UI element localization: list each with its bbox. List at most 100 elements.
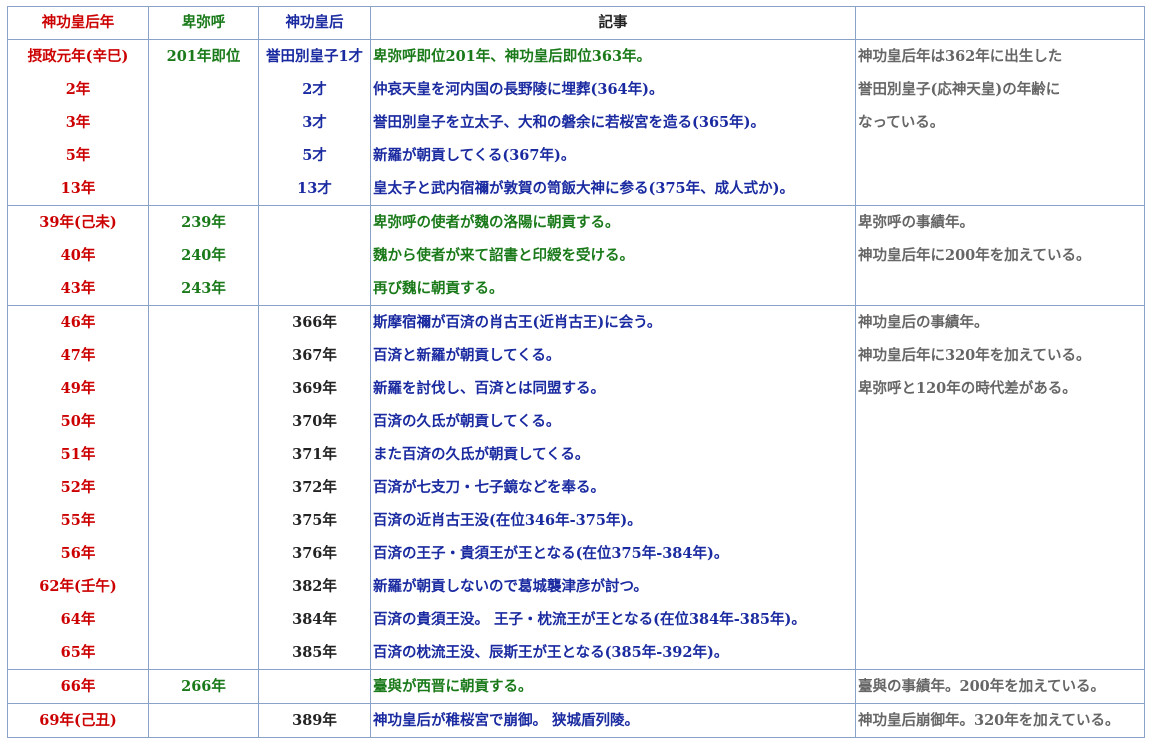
- header-row: 神功皇后年 卑弥呼 神功皇后 記事: [7, 6, 1145, 40]
- cell-jingu-age-year: [258, 239, 371, 272]
- cell-note: 神功皇后年に200年を加えている。: [855, 239, 1145, 272]
- cell-jingu-year: 56年: [7, 537, 149, 570]
- cell-himiko-year: [148, 172, 259, 206]
- cell-note: 卑弥呼の事績年。: [855, 205, 1145, 239]
- table-row: 50年 370年 百済の久氐が朝貢してくる。: [7, 405, 1145, 438]
- cell-article: 臺與が西晋に朝貢する。: [370, 669, 856, 704]
- cell-jingu-age-year: 2才: [258, 73, 371, 106]
- cell-himiko-year: [148, 570, 259, 603]
- table-row: 13年 13才 皇太子と武内宿禰が敦賀の笥飯大神に参る(375年、成人式か)。: [7, 172, 1145, 206]
- cell-himiko-year: [148, 372, 259, 405]
- table-row: 43年 243年 再び魏に朝貢する。: [7, 272, 1145, 306]
- cell-note: [855, 537, 1145, 570]
- cell-himiko-year: 239年: [148, 205, 259, 239]
- header-himiko: 卑弥呼: [148, 6, 259, 40]
- cell-jingu-age-year: 382年: [258, 570, 371, 603]
- cell-note: [855, 570, 1145, 603]
- cell-himiko-year: [148, 106, 259, 139]
- cell-himiko-year: [148, 537, 259, 570]
- cell-article: 仲哀天皇を河内国の長野陵に埋葬(364年)。: [370, 73, 856, 106]
- cell-jingu-age-year: 371年: [258, 438, 371, 471]
- cell-jingu-age-year: 376年: [258, 537, 371, 570]
- header-jingu-year: 神功皇后年: [7, 6, 149, 40]
- cell-himiko-year: [148, 603, 259, 636]
- table-row: 64年 384年 百済の貴須王没。 王子・枕流王が王となる(在位384年-385年)…: [7, 603, 1145, 636]
- cell-jingu-age-year: 369年: [258, 372, 371, 405]
- cell-jingu-age-year: 370年: [258, 405, 371, 438]
- cell-article: 百済の久氐が朝貢してくる。: [370, 405, 856, 438]
- cell-jingu-year: 5年: [7, 139, 149, 172]
- cell-note: 卑弥呼と120年の時代差がある。: [855, 372, 1145, 405]
- table-row: 40年 240年 魏から使者が来て詔書と印綬を受ける。 神功皇后年に200年を加えてい…: [7, 239, 1145, 272]
- cell-note: 神功皇后崩御年。320年を加えている。: [855, 703, 1145, 738]
- cell-himiko-year: [148, 703, 259, 738]
- cell-article: 百済の貴須王没。 王子・枕流王が王となる(在位384年-385年)。: [370, 603, 856, 636]
- cell-jingu-year: 50年: [7, 405, 149, 438]
- cell-jingu-year: 55年: [7, 504, 149, 537]
- cell-himiko-year: 240年: [148, 239, 259, 272]
- cell-jingu-year: 64年: [7, 603, 149, 636]
- cell-jingu-year: 39年(己未): [7, 205, 149, 239]
- cell-note: [855, 438, 1145, 471]
- cell-note: [855, 272, 1145, 306]
- cell-jingu-age-year: 384年: [258, 603, 371, 636]
- cell-jingu-age-year: 385年: [258, 636, 371, 670]
- cell-article: 誉田別皇子を立太子、大和の磐余に若桜宮を造る(365年)。: [370, 106, 856, 139]
- cell-himiko-year: [148, 73, 259, 106]
- cell-jingu-age-year: 375年: [258, 504, 371, 537]
- cell-himiko-year: 243年: [148, 272, 259, 306]
- cell-note: [855, 172, 1145, 206]
- cell-article: 魏から使者が来て詔書と印綬を受ける。: [370, 239, 856, 272]
- cell-jingu-year: 2年: [7, 73, 149, 106]
- cell-jingu-year: 43年: [7, 272, 149, 306]
- cell-jingu-age-year: 3才: [258, 106, 371, 139]
- cell-note: なっている。: [855, 106, 1145, 139]
- cell-note: [855, 603, 1145, 636]
- cell-note: [855, 405, 1145, 438]
- table-row: 46年 366年 斯摩宿禰が百済の肖古王(近肖古王)に会う。 神功皇后の事績年。: [7, 305, 1145, 339]
- header-jingu-empress: 神功皇后: [258, 6, 371, 40]
- cell-jingu-year: 3年: [7, 106, 149, 139]
- table-row: 2年 2才 仲哀天皇を河内国の長野陵に埋葬(364年)。 誉田別皇子(応神天皇)の年齢…: [7, 73, 1145, 106]
- cell-jingu-year: 66年: [7, 669, 149, 704]
- table-row: 5年 5才 新羅が朝貢してくる(367年)。: [7, 139, 1145, 172]
- cell-article: 新羅が朝貢してくる(367年)。: [370, 139, 856, 172]
- cell-article: 百済が七支刀・七子鏡などを奉る。: [370, 471, 856, 504]
- cell-jingu-year: 摂政元年(辛巳): [7, 39, 149, 73]
- cell-jingu-age-year: 5才: [258, 139, 371, 172]
- cell-jingu-year: 13年: [7, 172, 149, 206]
- cell-jingu-age-year: 誉田別皇子1才: [258, 39, 371, 73]
- table-row: 65年 385年 百済の枕流王没、辰斯王が王となる(385年-392年)。: [7, 636, 1145, 670]
- table-body: 摂政元年(辛巳) 201年即位 誉田別皇子1才 卑弥呼即位201年、神功皇后即位363…: [7, 39, 1145, 738]
- table-row: 56年 376年 百済の王子・貴須王が王となる(在位375年-384年)。: [7, 537, 1145, 570]
- cell-himiko-year: [148, 438, 259, 471]
- cell-jingu-year: 51年: [7, 438, 149, 471]
- cell-article: 斯摩宿禰が百済の肖古王(近肖古王)に会う。: [370, 305, 856, 339]
- header-notes: [855, 6, 1145, 40]
- table-row: 66年 266年 臺與が西晋に朝貢する。 臺與の事績年。200年を加えている。: [7, 669, 1145, 704]
- cell-article: 卑弥呼の使者が魏の洛陽に朝貢する。: [370, 205, 856, 239]
- cell-article: 新羅を討伐し、百済とは同盟する。: [370, 372, 856, 405]
- cell-jingu-age-year: 367年: [258, 339, 371, 372]
- cell-jingu-age-year: 372年: [258, 471, 371, 504]
- cell-jingu-year: 69年(己丑): [7, 703, 149, 738]
- cell-jingu-age-year: [258, 272, 371, 306]
- cell-jingu-age-year: 13才: [258, 172, 371, 206]
- table-row: 69年(己丑) 389年 神功皇后が稚桜宮で崩御。 狭城盾列陵。 神功皇后崩御年。32…: [7, 703, 1145, 738]
- cell-article: 神功皇后が稚桜宮で崩御。 狭城盾列陵。: [370, 703, 856, 738]
- cell-himiko-year: [148, 305, 259, 339]
- cell-note: [855, 139, 1145, 172]
- cell-himiko-year: [148, 504, 259, 537]
- cell-note: [855, 504, 1145, 537]
- cell-jingu-year: 52年: [7, 471, 149, 504]
- cell-article: 百済と新羅が朝貢してくる。: [370, 339, 856, 372]
- table-row: 39年(己未) 239年 卑弥呼の使者が魏の洛陽に朝貢する。 卑弥呼の事績年。: [7, 205, 1145, 239]
- cell-jingu-year: 47年: [7, 339, 149, 372]
- cell-jingu-year: 65年: [7, 636, 149, 670]
- cell-article: 新羅が朝貢しないので葛城襲津彦が討つ。: [370, 570, 856, 603]
- cell-article: 皇太子と武内宿禰が敦賀の笥飯大神に参る(375年、成人式か)。: [370, 172, 856, 206]
- cell-note: 臺與の事績年。200年を加えている。: [855, 669, 1145, 704]
- cell-himiko-year: 266年: [148, 669, 259, 704]
- cell-himiko-year: [148, 405, 259, 438]
- cell-himiko-year: [148, 471, 259, 504]
